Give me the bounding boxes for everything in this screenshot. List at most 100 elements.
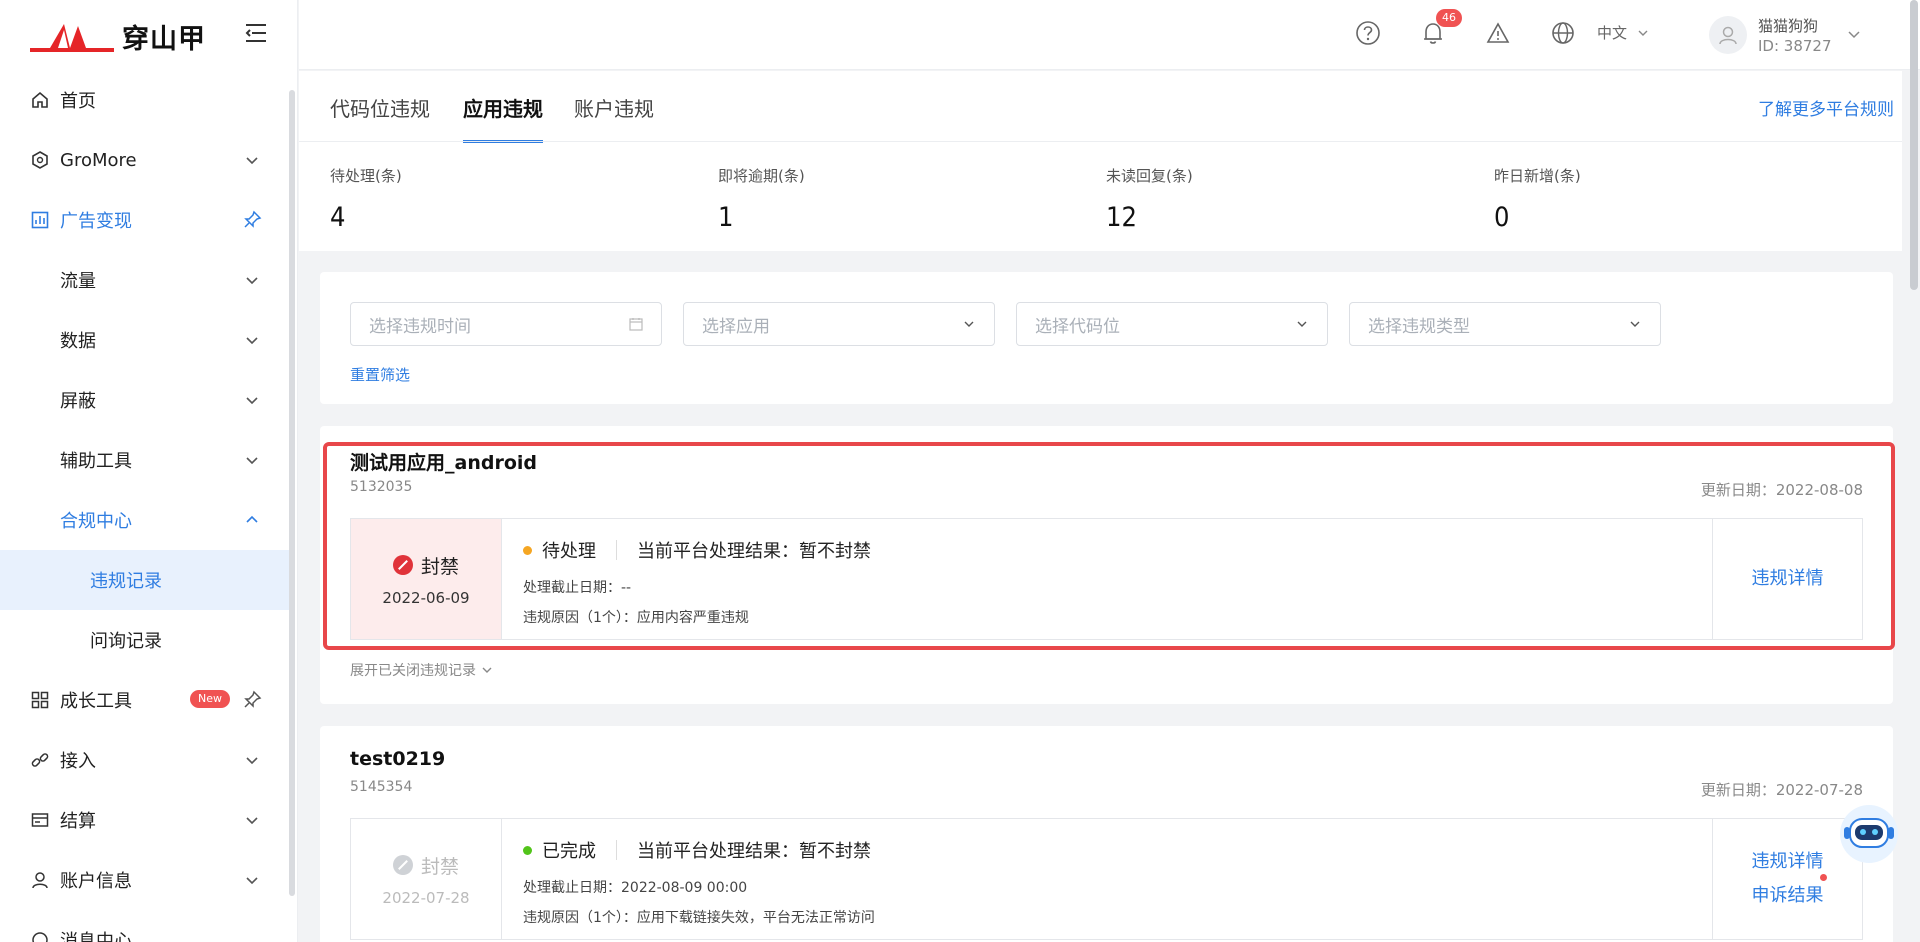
logo-text: 穿山甲 (122, 23, 206, 55)
stat-unread-replies: 未读回复(条) 12 (1106, 165, 1193, 233)
ban-icon (392, 855, 413, 875)
stat-pending: 待处理(条) 4 (330, 165, 402, 233)
filter-placeholder: 选择代码位 (1035, 316, 1120, 337)
violation-detail-link[interactable]: 违规详情 (1752, 562, 1824, 596)
sidebar-item-inquiry-records[interactable]: 问询记录 (0, 610, 290, 670)
chevron-down-icon (246, 877, 258, 885)
sidebar-item-label: GroMore (60, 149, 137, 171)
violation-time-picker[interactable]: 选择违规时间 (350, 302, 662, 346)
collapse-menu-icon[interactable] (244, 22, 268, 44)
chevron-down-icon[interactable] (1847, 27, 1861, 41)
divider (616, 840, 617, 860)
deadline: 处理截止日期：2022-08-09 00:00 (523, 880, 748, 896)
logo-icon (30, 24, 114, 52)
done-dot-icon (523, 845, 532, 855)
sidebar-item-integration[interactable]: 接入 (0, 730, 290, 790)
tab-app-violations[interactable]: 应用违规 (463, 93, 543, 122)
reset-filters-link[interactable]: 重置筛选 (350, 364, 410, 385)
sidebar-item-violation-records[interactable]: 违规记录 (0, 550, 290, 610)
unread-dot (1820, 874, 1827, 881)
sidebar-item-gromore[interactable]: GroMore (0, 130, 290, 190)
tab-slot-violations[interactable]: 代码位违规 (330, 93, 430, 122)
user-id: ID: 38727 (1758, 37, 1832, 55)
record-state: 待处理 (542, 541, 596, 562)
appeal-result-link[interactable]: 申诉结果 (1752, 879, 1824, 913)
platform-result: 当前平台处理结果：暂不封禁 (637, 541, 871, 562)
record-details: 已完成 当前平台处理结果：暂不封禁 处理截止日期：2022-08-09 00:0… (523, 837, 875, 927)
sidebar-item-data[interactable]: 数据 (0, 310, 290, 370)
sidebar-item-settlement[interactable]: 结算 (0, 790, 290, 850)
user-icon (30, 870, 50, 890)
sidebar-item-label: 问询记录 (90, 631, 162, 652)
record-state: 已完成 (542, 841, 596, 862)
stat-value: 1 (718, 202, 734, 233)
filter-panel: 选择违规时间 选择应用 选择代码位 选择违规类型 重置筛选 (320, 272, 1893, 404)
pin-icon[interactable] (244, 210, 262, 228)
sidebar-item-tools[interactable]: 辅助工具 (0, 430, 290, 490)
update-date: 更新日期：2022-07-28 (1700, 781, 1863, 799)
pending-dot-icon (523, 545, 532, 555)
code-slot-select[interactable]: 选择代码位 (1016, 302, 1328, 346)
sidebar-item-label: 屏蔽 (60, 391, 96, 412)
ban-status: 封禁 2022-07-28 (351, 819, 502, 939)
chevron-down-icon (1630, 321, 1640, 327)
sidebar-item-label: 广告变现 (60, 211, 132, 232)
page-scrollbar[interactable] (1910, 0, 1918, 290)
stat-overdue-soon: 即将逾期(条) 1 (718, 165, 805, 233)
sidebar-item-label: 违规记录 (90, 571, 162, 592)
chevron-down-icon (246, 277, 258, 285)
violation-detail-link[interactable]: 违规详情 (1752, 845, 1824, 879)
tabs-panel: 代码位违规 应用违规 账户违规 了解更多平台规则 待处理(条) 4 即将逾期(条… (299, 71, 1902, 251)
more-rules-link[interactable]: 了解更多平台规则 (1758, 95, 1894, 120)
chevron-down-icon (246, 337, 258, 345)
user-icon (1719, 26, 1737, 45)
language-label: 中文 (1597, 24, 1628, 42)
avatar[interactable] (1709, 16, 1747, 54)
language-select[interactable]: 中文 (1597, 22, 1649, 43)
assistant-robot-icon[interactable] (1838, 803, 1900, 865)
sidebar-item-block[interactable]: 屏蔽 (0, 370, 290, 430)
sidebar-item-compliance[interactable]: 合规中心 (0, 490, 290, 550)
status-date: 2022-06-09 (382, 588, 470, 607)
app-select[interactable]: 选择应用 (683, 302, 995, 346)
sidebar-item-label: 首页 (60, 91, 96, 112)
pin-icon[interactable] (244, 690, 262, 708)
expand-closed-records[interactable]: 展开已关闭违规记录 (350, 660, 494, 680)
violation-reason: 违规原因（1个）：应用内容严重违规 (523, 610, 749, 626)
sidebar-item-home[interactable]: 首页 (0, 70, 290, 130)
chart-icon (30, 210, 50, 230)
logo[interactable]: 穿山甲 (30, 14, 206, 58)
divider (616, 540, 617, 560)
filter-placeholder: 选择违规类型 (1368, 316, 1470, 337)
violation-card: 测试用应用_android 5132035 更新日期：2022-08-08 封禁… (320, 426, 1893, 704)
grid-icon (30, 690, 50, 710)
sidebar-item-label: 消息中心 (60, 931, 132, 942)
app-name: 测试用应用_android (350, 452, 537, 474)
chevron-down-icon (1297, 321, 1307, 327)
link-icon (30, 750, 50, 770)
chevron-down-icon (246, 457, 258, 465)
chevron-down-icon (482, 667, 492, 673)
record-details: 待处理 当前平台处理结果：暂不封禁 处理截止日期：-- 违规原因（1个）：应用内… (523, 537, 871, 627)
violation-type-select[interactable]: 选择违规类型 (1349, 302, 1661, 346)
sidebar-item-monetization[interactable]: 广告变现 (0, 190, 290, 250)
tab-account-violations[interactable]: 账户违规 (574, 93, 654, 122)
sidebar-scrollbar[interactable] (289, 90, 295, 896)
globe-icon[interactable] (1550, 20, 1576, 46)
warning-icon[interactable] (1485, 20, 1511, 46)
chevron-down-icon (1638, 30, 1648, 36)
app-id: 5132035 (350, 479, 413, 495)
app-name: test0219 (350, 748, 446, 770)
violation-card: test0219 5145354 更新日期：2022-07-28 封禁 2022… (320, 726, 1893, 942)
sidebar-item-account[interactable]: 账户信息 (0, 850, 290, 910)
sidebar-item-growth-tools[interactable]: 成长工具 New (0, 670, 290, 730)
sidebar-item-label: 账户信息 (60, 871, 132, 892)
sidebar-item-label: 接入 (60, 751, 96, 772)
stat-value: 4 (330, 202, 346, 233)
wallet-icon (30, 810, 50, 830)
user-name: 猫猫狗狗 (1758, 17, 1819, 35)
sidebar-item-traffic[interactable]: 流量 (0, 250, 290, 310)
help-icon[interactable] (1355, 20, 1381, 46)
stat-new-yesterday: 昨日新增(条) 0 (1494, 165, 1581, 233)
sidebar-item-messages[interactable]: 消息中心 (0, 910, 290, 942)
